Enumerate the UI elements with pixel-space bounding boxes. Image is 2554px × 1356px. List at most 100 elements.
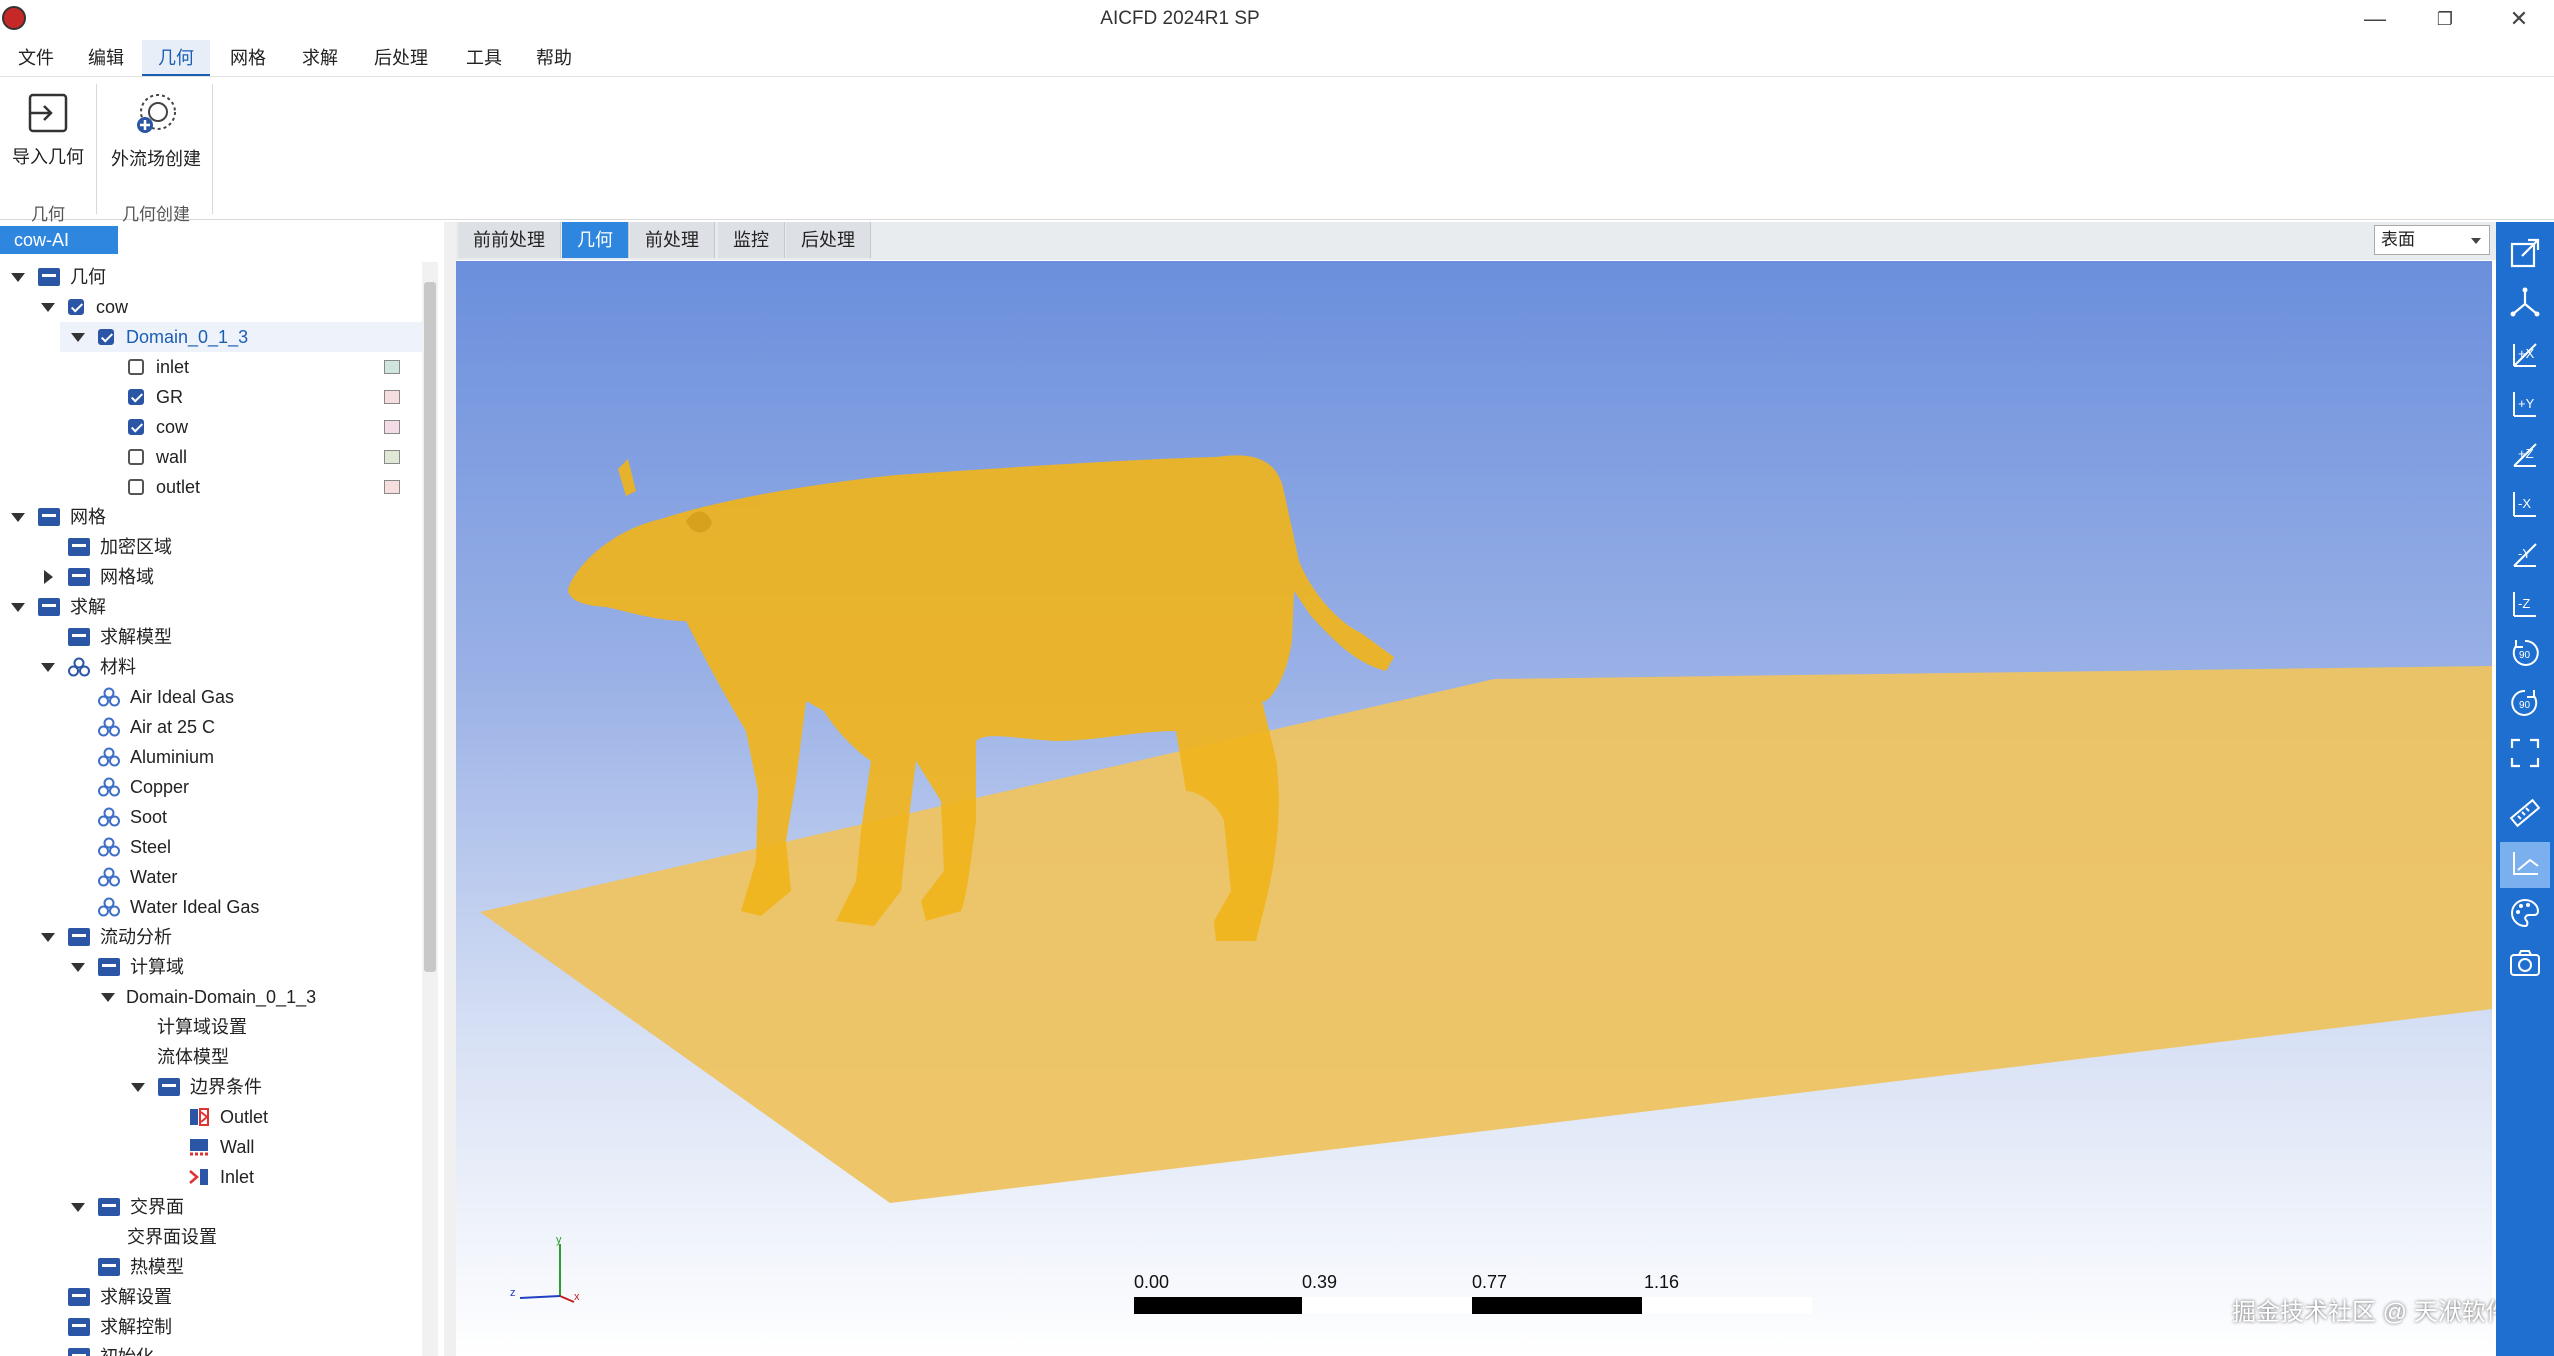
fit-view-button[interactable] bbox=[2500, 232, 2550, 278]
expand-arrow-icon[interactable] bbox=[40, 562, 54, 592]
tree-node-solve-model[interactable]: 求解模型 bbox=[0, 622, 420, 652]
tree-node-domain[interactable]: Domain_0_1_3 bbox=[60, 322, 424, 352]
tree-node-mesh[interactable]: 网格 bbox=[0, 502, 420, 532]
tree-node-inlet[interactable]: inlet bbox=[0, 352, 420, 382]
visibility-checkbox[interactable] bbox=[68, 299, 84, 315]
view-plus-x-button[interactable]: +X bbox=[2500, 332, 2550, 378]
tab-monitor[interactable]: 监控 bbox=[718, 222, 785, 258]
tree-node-material[interactable]: Steel bbox=[0, 832, 420, 862]
collapse-arrow-icon[interactable] bbox=[70, 952, 85, 982]
tab-pre-pre-process[interactable]: 前前处理 bbox=[458, 222, 561, 258]
collapse-arrow-icon[interactable] bbox=[130, 1072, 145, 1102]
color-swatch[interactable] bbox=[384, 480, 400, 494]
collapse-arrow-icon[interactable] bbox=[70, 1192, 85, 1222]
visibility-checkbox[interactable] bbox=[128, 449, 144, 465]
import-geometry-button[interactable]: 导入几何 bbox=[6, 85, 90, 180]
tree-node-refine[interactable]: 加密区域 bbox=[0, 532, 420, 562]
iso-view-button[interactable] bbox=[2500, 282, 2550, 328]
menu-help[interactable]: 帮助 bbox=[520, 40, 588, 76]
color-palette-button[interactable] bbox=[2500, 892, 2550, 938]
tree-node-cow[interactable]: cow bbox=[0, 292, 420, 322]
external-flow-button[interactable]: 外流场创建 bbox=[104, 85, 208, 180]
rotate-ccw-90-button[interactable]: 90 bbox=[2500, 632, 2550, 678]
tab-geometry[interactable]: 几何 bbox=[562, 222, 629, 258]
tree-node-geometry[interactable]: 几何 bbox=[0, 262, 420, 292]
collapse-arrow-icon[interactable] bbox=[10, 502, 25, 532]
display-mode-select[interactable]: 表面 bbox=[2374, 225, 2490, 255]
visibility-checkbox[interactable] bbox=[128, 479, 144, 495]
collapse-arrow-icon[interactable] bbox=[70, 322, 85, 352]
tree-node-cow-surface[interactable]: cow bbox=[0, 412, 420, 442]
view-minus-x-button[interactable]: -X bbox=[2500, 482, 2550, 528]
tree-node-material[interactable]: Air at 25 C bbox=[0, 712, 420, 742]
tree-node-interface-settings[interactable]: 交界面设置 bbox=[0, 1222, 420, 1252]
tree-node-bc-wall[interactable]: Wall bbox=[0, 1132, 420, 1162]
tree-node-material[interactable]: Copper bbox=[0, 772, 420, 802]
view-minus-y-button[interactable]: -Y bbox=[2500, 532, 2550, 578]
tree-node-init[interactable]: 初始化 bbox=[0, 1342, 420, 1356]
tree-node-fluid-model[interactable]: 流体模型 bbox=[0, 1042, 420, 1072]
fullscreen-button[interactable] bbox=[2500, 732, 2550, 778]
tree-node-calc-domain-settings[interactable]: 计算域设置 bbox=[0, 1012, 420, 1042]
tree-node-bc-inlet[interactable]: Inlet bbox=[0, 1162, 420, 1192]
color-swatch[interactable] bbox=[384, 420, 400, 434]
tree-node-material[interactable]: Air Ideal Gas bbox=[0, 682, 420, 712]
color-swatch[interactable] bbox=[384, 390, 400, 404]
menu-geometry[interactable]: 几何 bbox=[142, 40, 210, 76]
tree-node-wall[interactable]: wall bbox=[0, 442, 420, 472]
collapse-arrow-icon[interactable] bbox=[10, 592, 25, 622]
visibility-checkbox[interactable] bbox=[128, 359, 144, 375]
tree-node-solve-control[interactable]: 求解控制 bbox=[0, 1312, 420, 1342]
tree-tab-cow-ai[interactable]: cow-AI bbox=[0, 226, 118, 254]
tree-node-materials[interactable]: 材料 bbox=[0, 652, 420, 682]
tree-node-solve[interactable]: 求解 bbox=[0, 592, 420, 622]
tab-pre-process[interactable]: 前处理 bbox=[630, 222, 715, 258]
tree-node-material[interactable]: Soot bbox=[0, 802, 420, 832]
tree-node-outlet[interactable]: outlet bbox=[0, 472, 420, 502]
minimize-button[interactable]: — bbox=[2340, 0, 2410, 38]
tree-scrollbar-thumb[interactable] bbox=[424, 282, 436, 972]
collapse-arrow-icon[interactable] bbox=[100, 982, 115, 1012]
menu-solve[interactable]: 求解 bbox=[286, 40, 354, 76]
tree-node-material[interactable]: Water Ideal Gas bbox=[0, 892, 420, 922]
visibility-checkbox[interactable] bbox=[98, 329, 114, 345]
clip-plane-button[interactable] bbox=[2500, 842, 2550, 888]
view-plus-y-button[interactable]: +Y bbox=[2500, 382, 2550, 428]
tree-node-calc-domain[interactable]: 计算域 bbox=[0, 952, 420, 982]
menu-file[interactable]: 文件 bbox=[2, 40, 70, 76]
svg-text:90: 90 bbox=[2519, 700, 2531, 711]
menu-tools[interactable]: 工具 bbox=[450, 40, 518, 76]
visibility-checkbox[interactable] bbox=[128, 419, 144, 435]
view-plus-z-button[interactable]: +Z bbox=[2500, 432, 2550, 478]
tab-post-process[interactable]: 后处理 bbox=[786, 222, 871, 258]
view-minus-z-button[interactable]: -Z bbox=[2500, 582, 2550, 628]
tree-node-domain-domain[interactable]: Domain-Domain_0_1_3 bbox=[0, 982, 420, 1012]
screenshot-button[interactable] bbox=[2500, 942, 2550, 988]
menu-postprocess[interactable]: 后处理 bbox=[358, 40, 444, 76]
color-swatch[interactable] bbox=[384, 360, 400, 374]
rotate-cw-90-button[interactable]: 90 bbox=[2500, 682, 2550, 728]
tree-node-thermal-model[interactable]: 热模型 bbox=[0, 1252, 420, 1282]
tree-node-mesh-domain[interactable]: 网格域 bbox=[0, 562, 420, 592]
tree-node-bc-outlet[interactable]: Outlet bbox=[0, 1102, 420, 1132]
collapse-arrow-icon[interactable] bbox=[40, 292, 55, 322]
tree-node-solve-settings[interactable]: 求解设置 bbox=[0, 1282, 420, 1312]
tree-node-gr[interactable]: GR bbox=[0, 382, 420, 412]
menu-mesh[interactable]: 网格 bbox=[214, 40, 282, 76]
restore-button[interactable]: ❐ bbox=[2410, 0, 2480, 38]
panel-splitter[interactable] bbox=[444, 222, 456, 1356]
tree-node-boundary[interactable]: 边界条件 bbox=[0, 1072, 420, 1102]
tree-node-interface[interactable]: 交界面 bbox=[0, 1192, 420, 1222]
measure-button[interactable] bbox=[2500, 792, 2550, 838]
menu-edit[interactable]: 编辑 bbox=[72, 40, 140, 76]
tree-node-flow-analysis[interactable]: 流动分析 bbox=[0, 922, 420, 952]
tree-node-material[interactable]: Water bbox=[0, 862, 420, 892]
close-button[interactable]: ✕ bbox=[2484, 0, 2554, 38]
collapse-arrow-icon[interactable] bbox=[40, 652, 55, 682]
tree-node-material[interactable]: Aluminium bbox=[0, 742, 420, 772]
collapse-arrow-icon[interactable] bbox=[40, 922, 55, 952]
collapse-arrow-icon[interactable] bbox=[10, 262, 25, 292]
3d-viewport[interactable] bbox=[456, 261, 2492, 1356]
color-swatch[interactable] bbox=[384, 450, 400, 464]
visibility-checkbox[interactable] bbox=[128, 389, 144, 405]
